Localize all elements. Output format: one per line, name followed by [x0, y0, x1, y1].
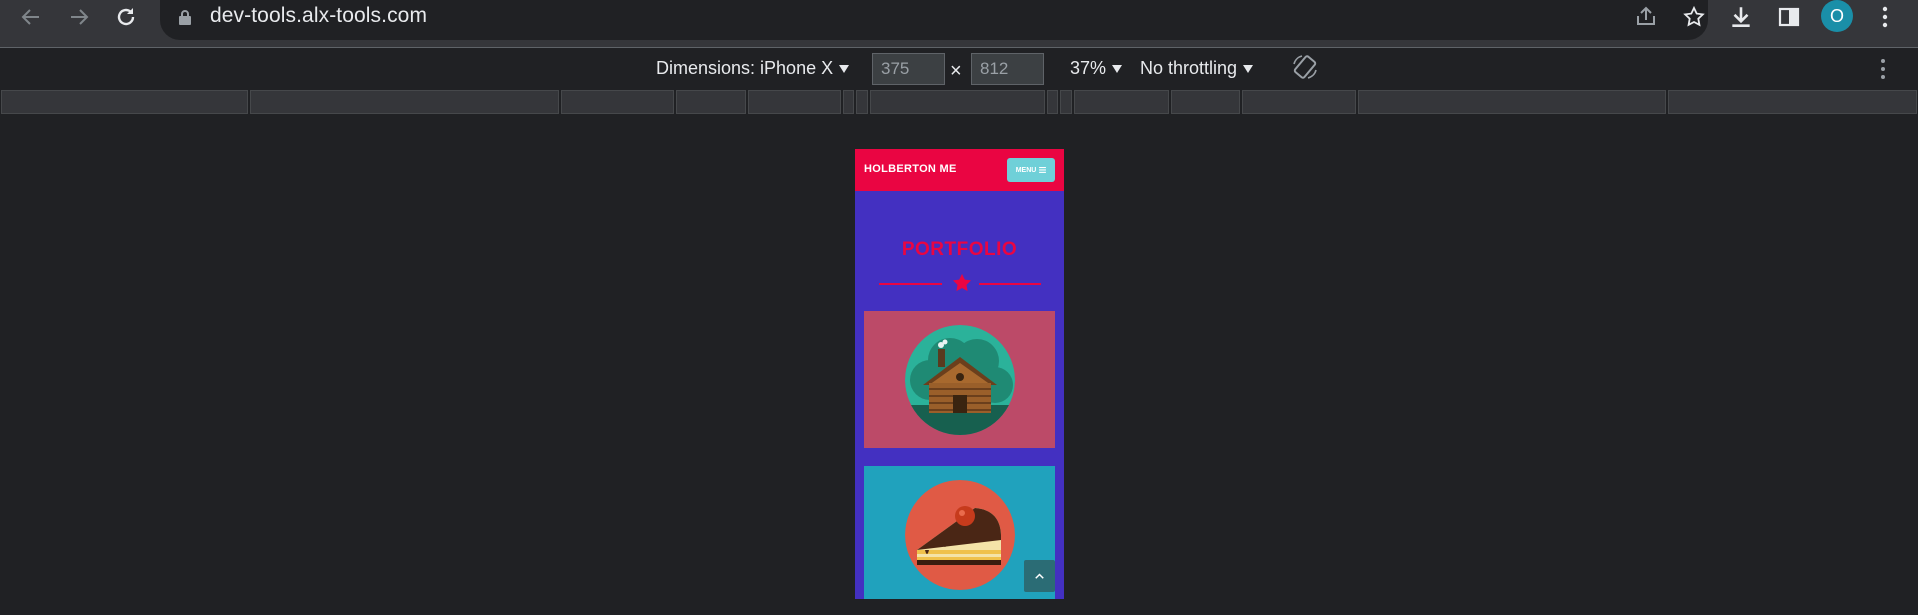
reload-icon	[117, 8, 135, 26]
cake-image	[905, 480, 1015, 590]
media-query-segment[interactable]	[748, 90, 841, 114]
lock-icon	[179, 10, 191, 25]
rotate-button[interactable]	[1290, 52, 1320, 82]
forward-button[interactable]	[64, 2, 94, 32]
rotate-icon	[1293, 55, 1317, 79]
dimensions-label: Dimensions: iPhone X	[656, 58, 834, 78]
media-query-segment[interactable]	[1358, 90, 1666, 114]
zoom-label: 37%	[1070, 58, 1107, 78]
download-icon	[1732, 7, 1750, 27]
profile-avatar[interactable]: O	[1821, 0, 1853, 32]
hamburger-icon	[1039, 167, 1047, 173]
width-input[interactable]	[872, 53, 945, 85]
device-toolbar-more-button[interactable]	[1878, 58, 1888, 80]
arrow-right-icon	[71, 9, 89, 25]
site-brand[interactable]: HOLBERTON ME	[864, 163, 957, 175]
media-query-bar	[0, 90, 1918, 116]
caret-down-icon	[839, 64, 850, 73]
cake-icon	[905, 480, 1015, 590]
media-query-segment[interactable]	[250, 90, 559, 114]
back-button[interactable]	[16, 2, 46, 32]
kebab-icon	[1881, 59, 1885, 79]
title-divider	[879, 283, 942, 285]
chevron-up-icon	[1035, 573, 1044, 579]
throttling-label: No throttling	[1140, 58, 1238, 78]
times-sign: ×	[950, 60, 962, 82]
bookmark-button[interactable]	[1680, 3, 1708, 31]
cabin-image	[905, 325, 1015, 435]
kebab-icon	[1882, 6, 1888, 28]
media-query-segment[interactable]	[843, 90, 854, 114]
media-query-segment[interactable]	[1047, 90, 1058, 114]
menu-button[interactable]: MENU	[1007, 158, 1055, 182]
site-header: HOLBERTON ME MENU	[855, 149, 1064, 191]
caret-down-icon	[1112, 64, 1123, 73]
throttling-dropdown[interactable]: No throttling	[1140, 58, 1254, 79]
share-icon	[1637, 6, 1655, 25]
portfolio-item-cabin[interactable]	[864, 311, 1055, 448]
reload-button[interactable]	[111, 2, 141, 32]
browser-toolbar: dev-tools.alx-tools.com O	[0, 0, 1918, 47]
media-query-segment[interactable]	[870, 90, 1045, 114]
zoom-dropdown[interactable]: 37%	[1070, 58, 1123, 79]
scroll-to-top-button[interactable]	[1024, 560, 1055, 592]
address-bar[interactable]: dev-tools.alx-tools.com	[160, 0, 1708, 40]
menu-label: MENU	[1015, 166, 1037, 174]
device-dimensions-dropdown[interactable]: Dimensions: iPhone X	[656, 58, 850, 79]
share-button[interactable]	[1632, 3, 1660, 31]
media-query-segment[interactable]	[1074, 90, 1169, 114]
caret-down-icon	[1243, 64, 1254, 73]
title-divider	[979, 283, 1041, 285]
arrow-left-icon	[21, 9, 39, 25]
media-query-segment[interactable]	[561, 90, 674, 114]
media-query-segment[interactable]	[1242, 90, 1356, 114]
media-query-segment[interactable]	[856, 90, 868, 114]
media-query-segment[interactable]	[676, 90, 746, 114]
downloads-button[interactable]	[1726, 2, 1756, 32]
device-toolbar: Dimensions: iPhone X × 37% No throttling	[0, 48, 1918, 90]
height-input[interactable]	[971, 53, 1044, 85]
side-panel-button[interactable]	[1774, 2, 1804, 32]
star-icon	[1683, 5, 1705, 27]
side-panel-icon	[1778, 7, 1800, 27]
cabin-icon	[905, 325, 1015, 435]
media-query-segment[interactable]	[1171, 90, 1240, 114]
media-query-segment[interactable]	[1060, 90, 1072, 114]
browser-menu-button[interactable]	[1870, 2, 1900, 32]
device-viewport: HOLBERTON ME MENU PORTFOLIO	[855, 149, 1064, 599]
star-icon	[952, 273, 972, 292]
media-query-segment[interactable]	[1668, 90, 1917, 114]
media-query-segment[interactable]	[1, 90, 248, 114]
url-text: dev-tools.alx-tools.com	[210, 4, 428, 27]
page-title: PORTFOLIO	[901, 239, 1018, 260]
